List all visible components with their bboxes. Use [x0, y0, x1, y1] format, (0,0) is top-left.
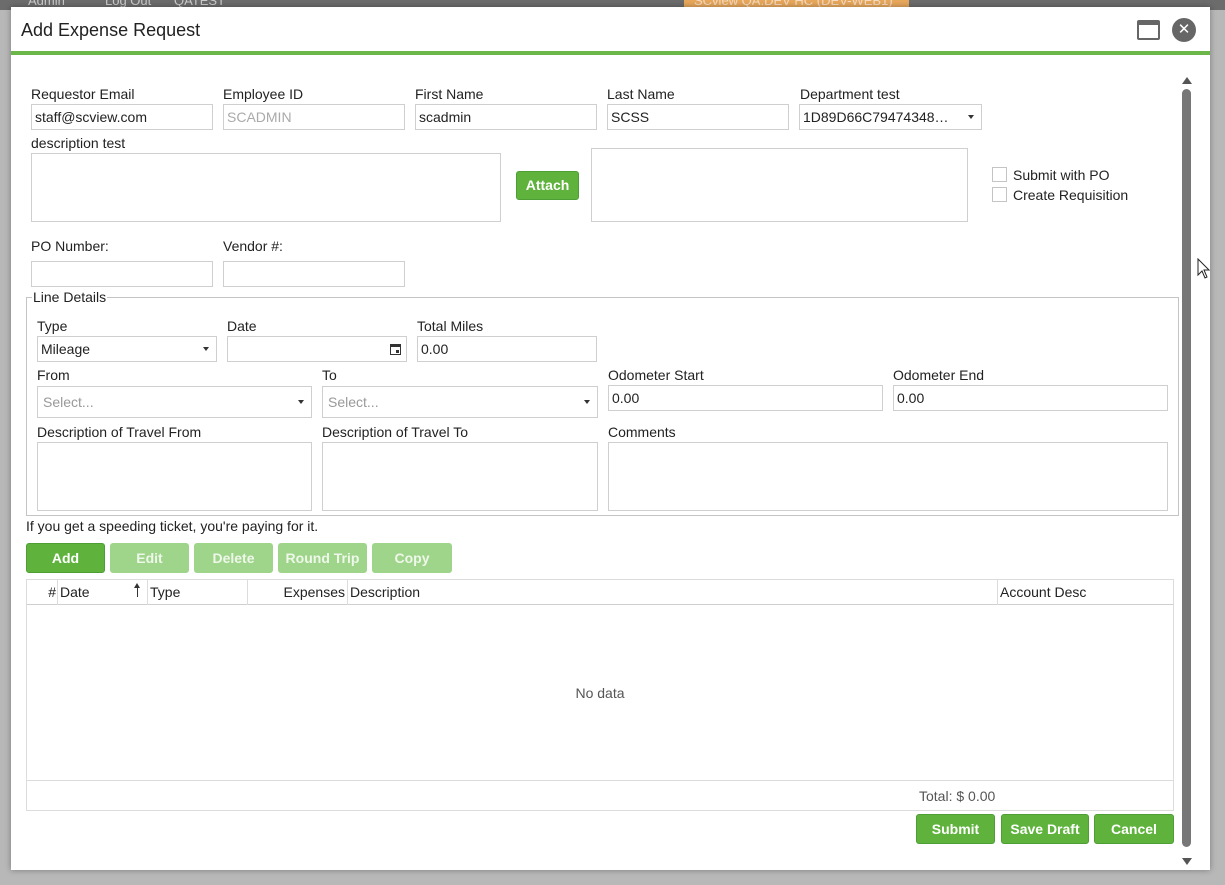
requestor-email-input[interactable]: staff@scview.com	[31, 104, 213, 130]
description-textarea[interactable]	[31, 153, 501, 222]
employee-id-input: SCADMIN	[223, 104, 405, 130]
maximize-icon[interactable]	[1137, 20, 1160, 40]
requestor-email-label: Requestor Email	[31, 86, 135, 102]
copy-line-button[interactable]: Copy	[372, 543, 452, 573]
column-header-type[interactable]: Type	[148, 580, 248, 605]
scroll-down-icon[interactable]	[1182, 858, 1192, 865]
submit-button[interactable]: Submit	[916, 814, 995, 844]
comments-label: Comments	[608, 424, 676, 440]
first-name-label: First Name	[415, 86, 484, 102]
line-details-legend: Line Details	[32, 289, 108, 305]
odometer-end-input[interactable]: 0.00	[893, 385, 1168, 411]
save-draft-button[interactable]: Save Draft	[1001, 814, 1089, 844]
calendar-icon[interactable]	[390, 344, 401, 355]
chevron-down-icon	[298, 400, 304, 404]
scroll-up-icon[interactable]	[1182, 77, 1192, 84]
edit-line-button[interactable]: Edit	[110, 543, 189, 573]
po-number-input[interactable]	[31, 261, 213, 287]
column-header-expenses[interactable]: Expenses	[248, 580, 348, 605]
to-label: To	[322, 367, 337, 383]
add-expense-dialog: Add Expense Request ✕ Requestor Email st…	[11, 7, 1210, 870]
desc-travel-to-label: Description of Travel To	[322, 424, 469, 440]
vendor-label: Vendor #:	[223, 238, 283, 254]
total-miles-input[interactable]: 0.00	[417, 336, 597, 362]
description-label: description test	[31, 135, 126, 151]
dialog-titlebar: Add Expense Request ✕	[11, 7, 1210, 55]
from-label: From	[37, 367, 70, 383]
mouse-cursor-icon	[1197, 258, 1211, 279]
odometer-start-label: Odometer Start	[608, 367, 704, 383]
date-input[interactable]	[227, 336, 407, 362]
from-select[interactable]: Select...	[37, 386, 312, 418]
to-placeholder: Select...	[328, 394, 379, 410]
column-header-description[interactable]: Description	[348, 580, 998, 605]
desc-travel-from-label: Description of Travel From	[37, 424, 202, 440]
department-value: 1D89D66C79474348…	[803, 109, 949, 125]
department-label: Department test	[800, 86, 900, 102]
grid-total: Total: $ 0.00	[919, 788, 996, 804]
type-label: Type	[37, 318, 68, 334]
submit-with-po-checkbox[interactable]	[992, 167, 1007, 182]
department-select[interactable]: 1D89D66C79474348…	[799, 104, 982, 130]
vendor-input[interactable]	[223, 261, 405, 287]
column-header-date[interactable]: Date	[58, 580, 148, 605]
last-name-input[interactable]: SCSS	[607, 104, 789, 130]
notice-text: If you get a speeding ticket, you're pay…	[26, 518, 319, 534]
type-select[interactable]: Mileage	[37, 336, 217, 362]
total-miles-label: Total Miles	[417, 318, 484, 334]
grid-footer: Total: $ 0.00	[27, 780, 1173, 810]
comments-textarea[interactable]	[608, 442, 1168, 511]
grid-empty-message: No data	[575, 685, 625, 701]
round-trip-button[interactable]: Round Trip	[278, 543, 367, 573]
odometer-start-input[interactable]: 0.00	[608, 385, 883, 411]
close-icon[interactable]: ✕	[1172, 18, 1196, 42]
to-select[interactable]: Select...	[322, 386, 598, 418]
add-line-button[interactable]: Add	[26, 543, 105, 573]
dialog-scrollbar[interactable]	[1181, 77, 1193, 865]
last-name-label: Last Name	[607, 86, 675, 102]
po-number-label: PO Number:	[31, 238, 109, 254]
scrollbar-thumb[interactable]	[1182, 89, 1191, 847]
grid-header: # Date Type Expenses Description Account…	[27, 580, 1173, 605]
sort-ascending-icon	[134, 583, 142, 597]
desc-travel-to-textarea[interactable]	[322, 442, 598, 511]
date-label: Date	[227, 318, 257, 334]
expense-lines-grid: # Date Type Expenses Description Account…	[26, 579, 1174, 811]
delete-line-button[interactable]: Delete	[194, 543, 273, 573]
create-requisition-label: Create Requisition	[1013, 187, 1129, 203]
chevron-down-icon	[584, 400, 590, 404]
chevron-down-icon	[203, 347, 209, 351]
employee-id-label: Employee ID	[223, 86, 304, 102]
column-header-number[interactable]: #	[27, 580, 58, 605]
dialog-title: Add Expense Request	[21, 20, 201, 40]
first-name-input[interactable]: scadmin	[415, 104, 597, 130]
cancel-button[interactable]: Cancel	[1094, 814, 1174, 844]
create-requisition-checkbox[interactable]	[992, 187, 1007, 202]
attach-button[interactable]: Attach	[516, 171, 579, 200]
from-placeholder: Select...	[43, 394, 94, 410]
column-header-account-desc[interactable]: Account Desc	[998, 580, 1173, 605]
column-header-date-text: Date	[60, 584, 90, 600]
submit-with-po-label: Submit with PO	[1013, 167, 1110, 183]
desc-travel-from-textarea[interactable]	[37, 442, 312, 511]
chevron-down-icon	[968, 115, 974, 119]
odometer-end-label: Odometer End	[893, 367, 985, 383]
attachment-list	[591, 148, 968, 222]
type-value: Mileage	[41, 341, 91, 357]
